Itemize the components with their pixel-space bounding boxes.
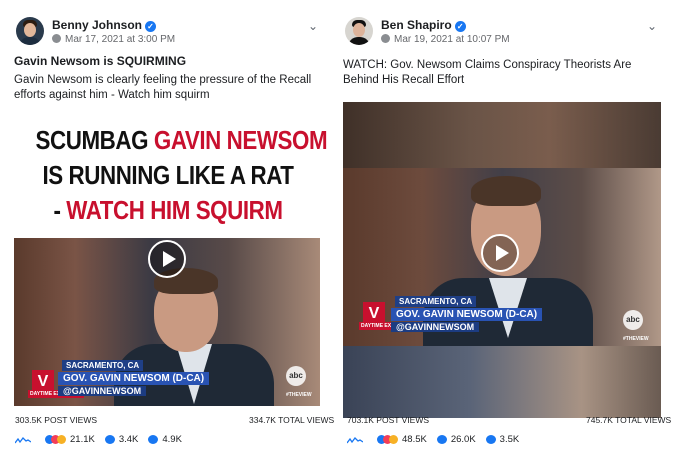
watermark: #THEVIEW: [286, 392, 312, 398]
post-date[interactable]: Mar 19, 2021 at 10:07 PM: [394, 34, 510, 45]
network-logo: abc: [286, 366, 306, 386]
video-frame: V DAYTIME EXCLUSIVE SACRAMENTO, CA GOV. …: [343, 168, 661, 348]
comment-icon: [436, 435, 447, 444]
post-views: 303.5K POST VIEWS: [15, 415, 98, 425]
post-card-ben-shapiro: Ben Shapiro ✓ Mar 19, 2021 at 10:07 PM ⌄ …: [343, 0, 661, 418]
share-count[interactable]: 4.9K: [162, 434, 182, 445]
location-label: SACRAMENTO, CA: [62, 360, 144, 371]
post-header: Benny Johnson ✓ Mar 17, 2021 at 3:00 PM ⌄: [14, 0, 322, 50]
author-name-text[interactable]: Benny Johnson: [52, 18, 142, 32]
banner-text: SCUMBAG: [35, 125, 149, 155]
total-views: 745.7K TOTAL VIEWS: [586, 415, 672, 425]
sparkline-icon[interactable]: [15, 436, 31, 444]
avatar[interactable]: [345, 17, 373, 45]
chevron-down-icon[interactable]: ⌄: [308, 19, 318, 33]
reaction-count[interactable]: 21.1K: [70, 434, 95, 445]
total-views: 334.7K TOTAL VIEWS: [249, 415, 335, 425]
engagement-stats: 21.1K 3.4K 4.9K: [15, 434, 182, 445]
location-label: SACRAMENTO, CA: [395, 296, 477, 307]
engagement-stats: 48.5K 26.0K 3.5K: [347, 434, 519, 445]
banner-text: IS RUNNING LIKE A RAT: [42, 160, 294, 190]
video-blur-top: [343, 102, 661, 168]
haha-icon: [57, 435, 66, 444]
post-card-benny-johnson: Benny Johnson ✓ Mar 17, 2021 at 3:00 PM ⌄…: [14, 0, 328, 406]
watermark: #THEVIEW: [623, 336, 649, 342]
banner-text: GAVIN NEWSOM: [153, 125, 328, 155]
chevron-down-icon[interactable]: ⌄: [647, 19, 657, 33]
verified-badge-icon: ✓: [145, 21, 157, 32]
author-name-text[interactable]: Ben Shapiro: [381, 18, 452, 32]
globe-icon: [381, 34, 390, 43]
play-icon[interactable]: [481, 234, 519, 272]
banner-text: -: [53, 195, 61, 225]
guest-name-label: GOV. GAVIN NEWSOM (D-CA): [58, 372, 210, 385]
sparkline-icon[interactable]: [347, 436, 363, 444]
video-player[interactable]: V DAYTIME EXCLUSIVE SACRAMENTO, CA GOV. …: [14, 238, 320, 406]
haha-icon: [389, 435, 398, 444]
post-description: Gavin Newsom is clearly feeling the pres…: [14, 74, 312, 101]
post-header: Ben Shapiro ✓ Mar 19, 2021 at 10:07 PM ⌄: [343, 0, 661, 50]
post-description: WATCH: Gov. Newsom Claims Conspiracy The…: [343, 59, 632, 86]
guest-handle-label: @GAVINNEWSOM: [58, 386, 147, 396]
post-date[interactable]: Mar 17, 2021 at 3:00 PM: [65, 34, 175, 45]
post-meta: Mar 19, 2021 at 10:07 PM: [381, 34, 510, 45]
network-logo: abc: [623, 310, 643, 330]
avatar[interactable]: [16, 17, 44, 45]
post-views: 703.1K POST VIEWS: [347, 415, 430, 425]
post-title: Gavin Newsom is SQUIRMING: [14, 54, 187, 68]
author-name[interactable]: Ben Shapiro ✓: [381, 18, 466, 32]
guest-handle-label: @GAVINNEWSOM: [391, 322, 480, 332]
globe-icon: [52, 34, 61, 43]
headline-banner: SCUMBAG GAVIN NEWSOM IS RUNNING LIKE A R…: [35, 123, 328, 228]
play-icon[interactable]: [148, 240, 186, 278]
share-icon: [148, 435, 159, 444]
comment-count[interactable]: 3.4K: [119, 434, 139, 445]
banner-text: WATCH HIM SQUIRM: [66, 195, 283, 225]
video-blur-bottom: [343, 346, 661, 418]
reaction-count[interactable]: 48.5K: [402, 434, 427, 445]
comment-count[interactable]: 26.0K: [451, 434, 476, 445]
author-name[interactable]: Benny Johnson ✓: [52, 18, 157, 32]
share-icon: [485, 435, 496, 444]
video-player[interactable]: V DAYTIME EXCLUSIVE SACRAMENTO, CA GOV. …: [343, 102, 661, 418]
share-count[interactable]: 3.5K: [500, 434, 520, 445]
post-meta: Mar 17, 2021 at 3:00 PM: [52, 34, 175, 45]
guest-name-label: GOV. GAVIN NEWSOM (D-CA): [391, 308, 543, 321]
comment-icon: [104, 435, 115, 444]
verified-badge-icon: ✓: [454, 21, 466, 32]
